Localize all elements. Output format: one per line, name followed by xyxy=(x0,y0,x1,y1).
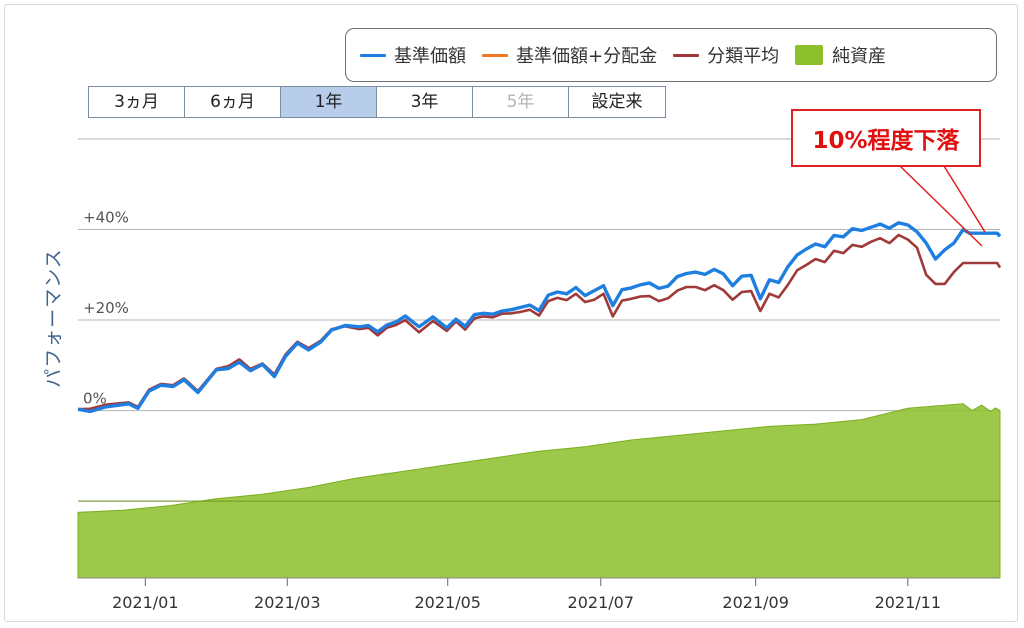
x-tick-label-2: 2021/05 xyxy=(414,593,480,612)
y-tick-label-1: +20% xyxy=(83,299,129,317)
range-tabs: 3ヵ月 6ヵ月 1年 3年 5年 設定来 xyxy=(88,86,666,118)
legend-swatch-3 xyxy=(795,45,824,65)
legend-label-1: 基準価額+分配金 xyxy=(516,46,658,67)
x-tick-label-3: 2021/07 xyxy=(568,593,634,612)
y-tick-label-0: +40% xyxy=(83,209,129,227)
net-assets-area-layer xyxy=(77,403,1001,579)
legend-item-2[interactable]: 分類平均 xyxy=(673,42,779,68)
range-tab-4: 5年 xyxy=(473,87,569,117)
y-tick-labels: +40% +20% 0% xyxy=(83,209,129,408)
x-tick-label-0: 2021/01 xyxy=(112,593,178,612)
y-axis-label: パフォーマンス xyxy=(42,248,65,388)
legend-label-2: 分類平均 xyxy=(707,46,780,67)
range-tab-3[interactable]: 3年 xyxy=(377,87,473,117)
drop-annotation: 10%程度下落 xyxy=(791,109,981,167)
legend-label-0: 基準価額 xyxy=(394,46,466,67)
series-line-2 xyxy=(77,233,1002,411)
range-tab-5[interactable]: 設定来 xyxy=(569,87,665,117)
x-tick-label-5: 2021/11 xyxy=(875,593,941,612)
legend-swatch-0 xyxy=(360,53,386,57)
legend-item-0[interactable]: 基準価額 xyxy=(360,42,466,68)
series-net-assets-area xyxy=(77,403,1001,579)
legend-swatch-1 xyxy=(482,53,508,57)
x-axis: 2021/01 2021/03 2021/05 2021/07 2021/09 2021/… xyxy=(78,577,1000,612)
range-tab-1[interactable]: 6ヵ月 xyxy=(185,87,281,117)
range-tab-2[interactable]: 1年 xyxy=(281,87,377,117)
x-tick-label-1: 2021/03 xyxy=(254,593,320,612)
legend-swatch-2 xyxy=(673,53,700,57)
series-line-0 xyxy=(77,221,1002,414)
legend-item-3[interactable]: 純資産 xyxy=(795,42,886,68)
callout-arrow-2 xyxy=(943,165,986,233)
x-tick-label-4: 2021/09 xyxy=(722,593,788,612)
legend-item-1[interactable]: 基準価額+分配金 xyxy=(482,42,657,68)
legend-label-3: 純資産 xyxy=(832,46,887,67)
range-tab-0[interactable]: 3ヵ月 xyxy=(89,87,185,117)
y-tick-label-2: 0% xyxy=(83,390,107,408)
legend: 基準価額 基準価額+分配金 分類平均 純資産 xyxy=(345,28,997,82)
line-series-layer xyxy=(77,221,1002,414)
